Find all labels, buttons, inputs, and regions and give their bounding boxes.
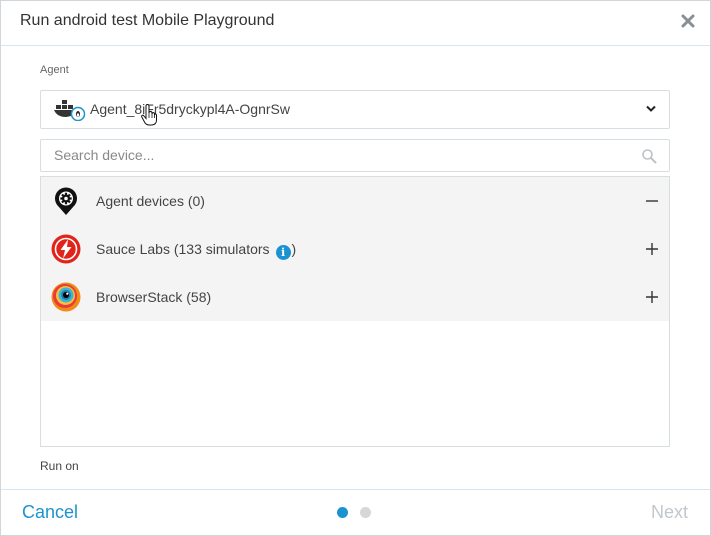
info-icon[interactable]: i xyxy=(275,245,291,260)
device-search-field xyxy=(40,139,670,172)
plus-icon[interactable] xyxy=(645,290,659,304)
device-group-agent-devices[interactable]: Agent devices (0) xyxy=(41,177,669,225)
device-group-browserstack[interactable]: BrowserStack (58) xyxy=(41,273,669,321)
agent-selected-value: Agent_8iFr5dryckypl4A-OgnrSw xyxy=(90,101,290,117)
plus-icon[interactable] xyxy=(645,242,659,256)
agent-select[interactable]: Agent_8iFr5dryckypl4A-OgnrSw xyxy=(40,90,670,129)
minus-icon[interactable] xyxy=(645,194,659,208)
dialog-footer: Cancel Next xyxy=(1,489,710,535)
step-indicator-active xyxy=(337,507,348,518)
sauce-labs-icon xyxy=(51,234,81,264)
run-test-dialog: Run android test Mobile Playground Agent… xyxy=(0,0,711,536)
closing-paren: ) xyxy=(291,241,297,257)
search-icon xyxy=(642,149,657,164)
step-indicator-inactive xyxy=(360,507,371,518)
device-group-label: BrowserStack (58) xyxy=(96,289,212,305)
run-on-label: Run on xyxy=(40,459,79,473)
dialog-header: Run android test Mobile Playground xyxy=(1,1,710,46)
device-group-list: Agent devices (0) Sauce Labs (133 simula… xyxy=(40,176,670,447)
device-group-name: Sauce Labs (133 simulators xyxy=(96,241,270,257)
search-input[interactable] xyxy=(41,140,634,169)
device-group-label: Sauce Labs (133 simulators i) xyxy=(96,241,296,260)
device-group-label: Agent devices (0) xyxy=(96,193,205,209)
device-group-sauce-labs[interactable]: Sauce Labs (133 simulators i) xyxy=(41,225,669,273)
browserstack-icon xyxy=(51,282,81,312)
chevron-down-icon xyxy=(646,105,656,112)
cancel-button[interactable]: Cancel xyxy=(22,502,78,523)
docker-linux-agent-icon xyxy=(54,100,86,121)
hand-cursor-icon xyxy=(141,104,157,126)
next-button[interactable]: Next xyxy=(651,502,688,523)
dialog-title: Run android test Mobile Playground xyxy=(20,12,275,29)
agent-label: Agent xyxy=(40,64,69,76)
close-icon[interactable] xyxy=(680,13,696,29)
agent-device-pin-icon xyxy=(55,187,77,215)
